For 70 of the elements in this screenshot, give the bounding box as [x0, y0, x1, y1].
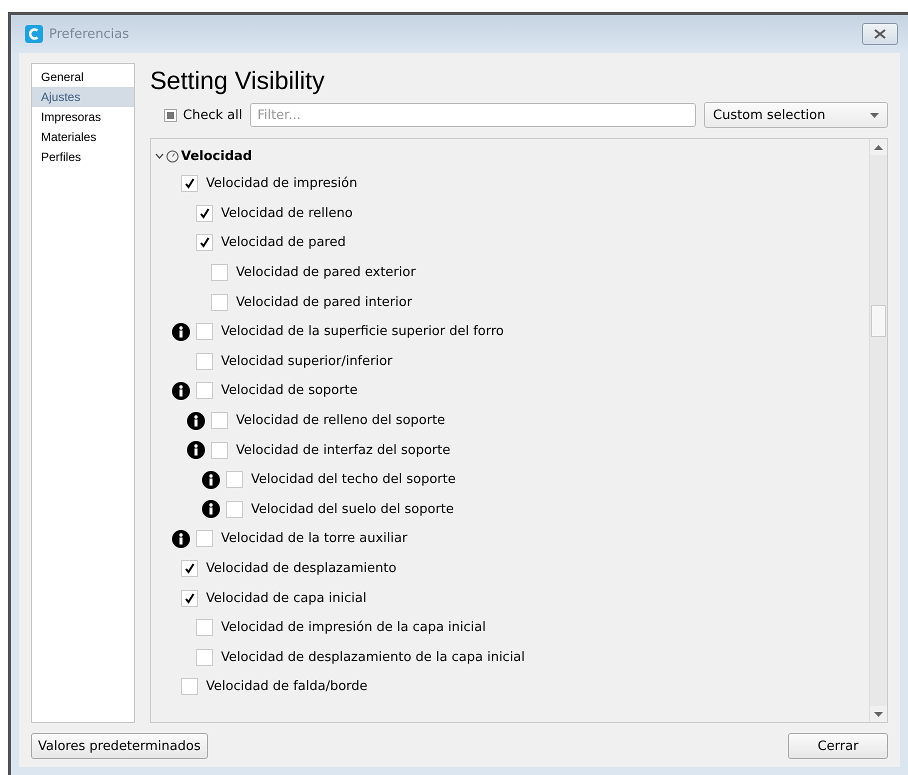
checkbox[interactable] — [196, 530, 213, 548]
info-icon — [172, 382, 190, 400]
caret-icon — [870, 112, 879, 118]
clock-icon — [166, 150, 179, 162]
info-icon — [172, 322, 190, 341]
setting-label: Velocidad de pared interior — [236, 294, 412, 310]
scroll-thumb[interactable] — [871, 305, 886, 337]
check-all-checkbox[interactable]: Check all — [164, 108, 242, 122]
checkbox[interactable] — [196, 204, 213, 222]
scrollbar[interactable] — [869, 139, 887, 722]
scroll-up-icon[interactable] — [874, 144, 883, 150]
setting-label: Velocidad de desplazamiento — [206, 561, 396, 576]
setting-label: Velocidad de impresión de la capa inicial — [221, 620, 486, 636]
setting-label: Velocidad de impresión — [206, 176, 358, 192]
checkbox[interactable] — [181, 678, 198, 696]
sidebar-item[interactable]: Ajustes — [32, 87, 134, 107]
info-icon — [202, 500, 220, 518]
check-icon — [184, 178, 195, 190]
checkbox[interactable] — [196, 648, 213, 666]
checkbox[interactable] — [196, 382, 213, 400]
setting-label: Velocidad de soporte — [221, 383, 358, 398]
sidebar-item[interactable]: Materiales — [32, 127, 134, 147]
checkbox[interactable] — [226, 500, 243, 518]
chevron-icon[interactable] — [155, 152, 164, 160]
setting-label: Velocidad superior/inferior — [221, 354, 392, 369]
info-icon — [187, 412, 205, 430]
checkbox[interactable] — [196, 619, 213, 636]
setting-label: Velocidad del techo del soporte — [251, 472, 456, 488]
preset-dropdown[interactable]: Custom selection — [704, 102, 888, 128]
setting-label: Velocidad de falda/borde — [206, 679, 368, 694]
setting-label: Velocidad de capa inicial — [206, 590, 366, 606]
close-button[interactable]: Cerrar — [788, 733, 888, 759]
window-title: Preferencias — [49, 26, 130, 42]
sidebar-item[interactable]: General — [32, 67, 134, 87]
app-logo-icon — [25, 25, 43, 43]
setting-label: Velocidad de la torre auxiliar — [221, 531, 408, 546]
filter-field[interactable]: Filter... — [250, 103, 696, 127]
info-icon — [172, 530, 190, 548]
setting-label: Velocidad de relleno — [221, 206, 353, 221]
setting-label: Velocidad de la superficie superior del forro — [221, 324, 504, 340]
checkbox[interactable] — [211, 264, 228, 282]
setting-label: Velocidad de interfaz del soporte — [236, 442, 450, 458]
checkbox[interactable] — [181, 590, 198, 607]
setting-label: Velocidad de relleno del soporte — [236, 413, 446, 428]
scroll-down-icon[interactable] — [874, 712, 883, 716]
setting-label: Velocidad de pared — [221, 235, 346, 250]
checkbox[interactable] — [226, 471, 243, 488]
info-icon — [202, 470, 220, 489]
check-icon — [199, 208, 210, 219]
close-icon[interactable] — [862, 23, 898, 45]
sidebar-item[interactable]: Perfiles — [32, 147, 134, 167]
sidebar-item[interactable]: Impresoras — [32, 107, 134, 127]
checkbox[interactable] — [211, 294, 228, 311]
setting-label: Velocidad de pared exterior — [236, 265, 416, 280]
checkbox[interactable] — [196, 234, 213, 252]
checkbox[interactable] — [181, 175, 198, 192]
checkbox[interactable] — [211, 442, 228, 459]
check-icon — [184, 563, 195, 574]
setting-label: Velocidad del suelo del soporte — [251, 502, 454, 517]
category-header[interactable]: Velocidad — [151, 143, 258, 169]
checkbox[interactable] — [181, 560, 198, 578]
checkbox[interactable] — [196, 323, 213, 340]
check-icon — [184, 592, 195, 604]
check-icon — [199, 237, 210, 248]
defaults-button[interactable]: Valores predeterminados — [31, 733, 208, 759]
setting-label: Velocidad de desplazamiento de la capa inicial — [221, 650, 525, 665]
checkbox[interactable] — [211, 412, 228, 430]
info-icon — [187, 441, 205, 460]
page-heading: Setting Visibility — [150, 67, 326, 96]
checkbox[interactable] — [196, 352, 213, 370]
